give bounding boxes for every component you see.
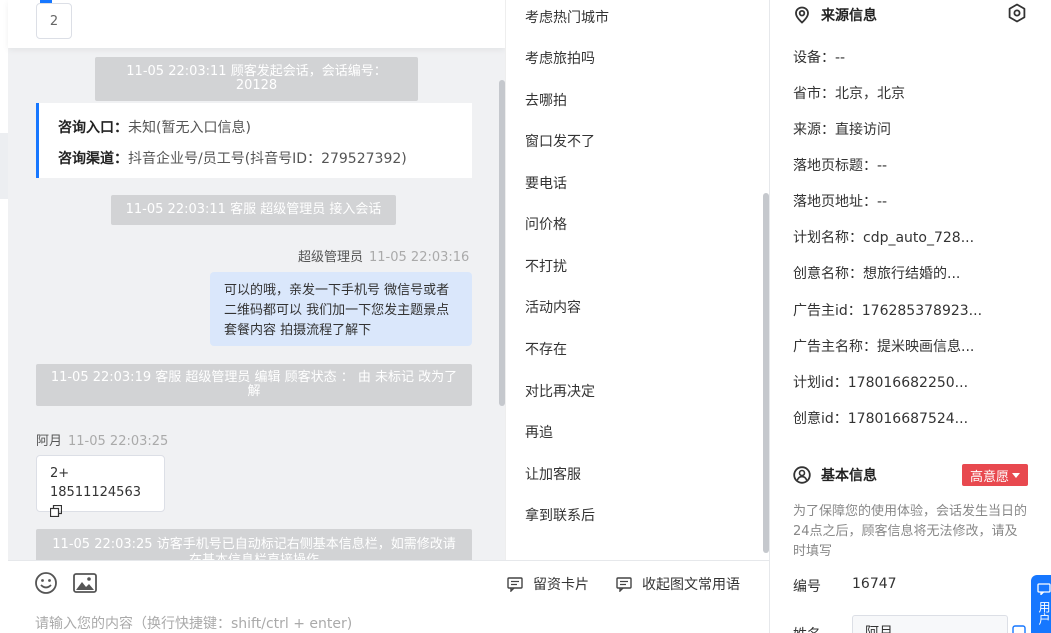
source-field-advertiser-id: 广告主id：176285378923... [793, 303, 983, 319]
top-number-box[interactable]: 2 [36, 3, 72, 39]
phrase-item[interactable]: 不打扰 [525, 256, 567, 276]
consult-channel-value: 抖音企业号/员工号(抖音号ID：279527392) [128, 151, 407, 167]
phrase-item[interactable]: 考虑热门城市 [525, 7, 609, 27]
message-input[interactable]: 请输入您的内容（换行快捷键：shift/ctrl + enter) [35, 613, 352, 633]
collapse-phrases-button[interactable]: 收起图文常用语 [616, 574, 740, 594]
customer-name-label: 姓名 [793, 624, 821, 633]
chat-history[interactable]: 11-05 22:03:11 顾客发起会话，会话编号：20128 咨询入口：未知… [8, 0, 505, 560]
image-icon[interactable] [72, 571, 98, 595]
user-float-label: 用户 [1037, 601, 1051, 625]
phrase-item[interactable]: 去哪拍 [525, 90, 567, 110]
user-float-button[interactable]: 用户 [1031, 575, 1051, 633]
basic-info-label: 基本信息 [821, 468, 877, 484]
system-message-session-start: 11-05 22:03:11 顾客发起会话，会话编号：20128 [95, 57, 418, 101]
system-message-agent-joined: 11-05 22:03:11 客服 超级管理员 接入会话 [111, 195, 396, 225]
customer-message-line1: 2+ [50, 466, 70, 481]
emoji-icon[interactable] [33, 571, 59, 595]
source-field-origin: 来源：直接访问 [793, 122, 891, 138]
agent-message-time: 11-05 22:03:16 [369, 250, 470, 265]
consult-entry-row: 咨询入口：未知(暂无入口信息) [58, 117, 251, 137]
basic-info-title: 基本信息 [793, 465, 877, 485]
source-info-title: 来源信息 [793, 5, 877, 25]
agent-name: 超级管理员 [298, 250, 364, 265]
source-field-city: 省市：北京，北京 [793, 86, 905, 102]
agent-message-bubble: 可以的哦，亲发一下手机号 微信号或者二维码都可以 我们加一下您发主题景点 套餐内… [210, 272, 472, 346]
source-field-advertiser-name: 广告主名称：提米映画信息... [793, 339, 975, 355]
source-field-landing-title: 落地页标题：-- [793, 158, 888, 174]
phrase-item[interactable]: 对比再决定 [525, 381, 595, 401]
copy-name-icon[interactable] [1012, 624, 1026, 633]
settings-icon[interactable] [1007, 3, 1027, 27]
lead-card-button[interactable]: 留资卡片 [507, 574, 589, 594]
source-field-creative-name: 创意名称：想旅行结婚的... [793, 266, 961, 282]
source-field-plan-id: 计划id：178016682250... [793, 375, 969, 391]
chat-workspace: 11-05 22:03:11 顾客发起会话，会话编号：20128 咨询入口：未知… [0, 0, 1051, 633]
customer-message-meta: 阿月 11-05 22:03:25 [36, 430, 168, 449]
system-message-status-change: 11-05 22:03:19 客服 超级管理员 编辑 顾客状态 ： 由 未标记 … [36, 364, 472, 406]
chat-phrase-icon [616, 576, 632, 592]
customer-name-field[interactable]: 阿月 [852, 615, 1008, 633]
customer-name: 阿月 [36, 434, 63, 449]
customer-info-panel: 来源信息 设备：-- 省市：北京，北京 来源：直接访问 落地页标题：-- 落地页… [769, 0, 1051, 633]
intent-level-label: 高意愿 [969, 469, 1009, 485]
phrase-item[interactable]: 拿到联系后 [525, 505, 595, 525]
intent-level-dropdown[interactable]: 高意愿 [962, 464, 1028, 486]
left-edge-strip [0, 133, 8, 199]
card-icon [507, 576, 523, 592]
consult-channel-label: 咨询渠道： [58, 151, 128, 167]
consult-info-card: 咨询入口：未知(暂无入口信息) 咨询渠道：抖音企业号/员工号(抖音号ID：279… [36, 103, 472, 178]
customer-id-value: 16747 [852, 576, 897, 592]
phrase-item[interactable]: 问价格 [525, 214, 567, 234]
customer-id-label: 编号 [793, 579, 821, 595]
customer-phone-text: 18511124563 [50, 485, 141, 500]
source-field-creative-id: 创意id：178016687524... [793, 411, 969, 427]
message-input-area: 留资卡片 收起图文常用语 请输入您的内容（换行快捷键：shift/ctrl + … [8, 560, 769, 633]
phrase-item[interactable]: 考虑旅拍吗 [525, 48, 595, 68]
location-pin-icon [795, 6, 809, 24]
edit-deadline-tip: 为了保障您的使用体验，会话发生当日的24点之后，顾客信息将无法修改，请及时填写 [793, 504, 1028, 559]
quick-phrases-panel: 考虑热门城市 考虑旅拍吗 去哪拍 窗口发不了 要电话 问价格 不打扰 活动内容 … [505, 0, 769, 560]
consult-entry-label: 咨询入口： [58, 120, 128, 136]
source-field-device: 设备：-- [793, 50, 846, 66]
collapse-phrases-label: 收起图文常用语 [642, 577, 740, 593]
phrase-item[interactable]: 让加客服 [525, 464, 581, 484]
phrase-item[interactable]: 不存在 [525, 339, 567, 359]
caret-down-icon [1012, 472, 1020, 478]
source-info-label: 来源信息 [821, 8, 877, 24]
consult-entry-value: 未知(暂无入口信息) [128, 120, 251, 136]
system-message-phone-marked: 11-05 22:03:25 访客手机号已自动标记右侧基本信息栏，如需修改请在基… [36, 529, 472, 560]
phrase-item[interactable]: 窗口发不了 [525, 131, 595, 151]
customer-message-line2: 18511124563 [49, 483, 151, 523]
agent-message-meta: 超级管理员 11-05 22:03:16 [298, 246, 469, 265]
top-card: 2 [8, 0, 505, 48]
customer-message-time: 11-05 22:03:25 [68, 434, 169, 449]
phrase-item[interactable]: 活动内容 [525, 297, 581, 317]
consult-channel-row: 咨询渠道：抖音企业号/员工号(抖音号ID：279527392) [58, 148, 407, 168]
source-field-plan-name: 计划名称：cdp_auto_728... [793, 230, 975, 246]
lead-card-label: 留资卡片 [533, 577, 589, 593]
phrase-item[interactable]: 再追 [525, 422, 553, 442]
message-icon [1037, 583, 1051, 597]
source-field-landing-url: 落地页地址：-- [793, 194, 888, 210]
user-icon [793, 466, 811, 484]
customer-message-bubble: 2+ 18511124563 [36, 455, 165, 518]
copy-icon[interactable] [49, 504, 63, 523]
phrase-item[interactable]: 要电话 [525, 173, 567, 193]
